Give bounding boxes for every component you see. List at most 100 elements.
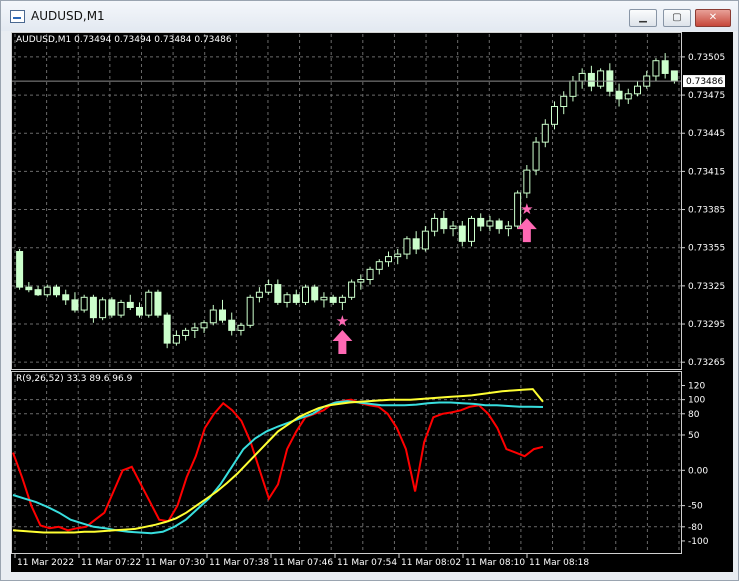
candle-body <box>569 80 577 97</box>
r-slow-line <box>12 388 544 534</box>
candle-body <box>80 296 88 311</box>
candle-body <box>338 296 346 303</box>
candle-body <box>228 319 236 331</box>
price-axis-label: 0.73295 <box>688 320 725 330</box>
indicator-info-label: R(9,26,52) 33.3 89.6 96.9 <box>16 374 133 384</box>
price-axis-label: 0.73265 <box>688 358 725 368</box>
candle-body <box>532 141 540 171</box>
candle-body <box>615 90 623 100</box>
candle-body <box>578 72 586 82</box>
indicator-panel-frame <box>11 371 682 554</box>
chart-canvas[interactable]: 0.73505 0.73475 0.73445 0.73415 0.73385 0.733… <box>11 32 733 572</box>
candle-body <box>560 95 568 108</box>
candle-body <box>440 217 448 230</box>
candle-body <box>200 322 208 329</box>
candle-body <box>320 296 328 301</box>
indicator-axis-label: 0.00 <box>688 466 708 476</box>
candle-body <box>154 291 162 316</box>
time-axis-label: 11 Mar 07:30 <box>145 558 205 568</box>
signal-star-icon: ★ <box>520 200 533 218</box>
close-button[interactable]: ✕ <box>695 9 731 27</box>
candle-body <box>357 279 365 283</box>
price-axis-label: 0.73445 <box>688 129 725 139</box>
candle-body <box>191 327 199 331</box>
current-price-label: 0.73486 <box>686 77 723 87</box>
price-axis-label: 0.73385 <box>688 206 725 216</box>
price-axis-label: 0.73505 <box>688 53 725 63</box>
title-bar[interactable]: AUDUSD,M1 ▁ ▢ ✕ <box>1 1 738 31</box>
chart-window-icon <box>10 10 25 23</box>
candle-body <box>624 93 632 100</box>
candle-body <box>449 225 457 230</box>
symbol-info-label: AUDUSD,M1 0.73494 0.73494 0.73484 0.7348… <box>16 35 232 45</box>
candle-body <box>246 296 254 326</box>
indicator-axis-label: -80 <box>688 523 703 533</box>
indicator-axis-label: 50 <box>688 431 700 441</box>
candle-body <box>329 296 337 303</box>
indicator-axis-label: -50 <box>688 502 703 512</box>
chart-area[interactable]: 0.73505 0.73475 0.73445 0.73415 0.73385 0.733… <box>11 32 733 572</box>
candle-body <box>311 286 319 301</box>
candle-body <box>634 85 641 95</box>
candle-body <box>523 169 531 194</box>
candle-body <box>237 324 245 331</box>
candle-body <box>108 299 116 316</box>
maximize-button[interactable]: ▢ <box>663 9 691 27</box>
window-title: AUDUSD,M1 <box>31 9 105 23</box>
candle-body <box>16 251 24 288</box>
chart-window: AUDUSD,M1 ▁ ▢ ✕ 0.73505 0.73475 0.73445 0.7… <box>0 0 739 581</box>
r-fast-line <box>12 398 544 532</box>
candle-body <box>431 217 439 232</box>
indicator-axis-label: 120 <box>688 382 705 392</box>
signal-star-icon: ★ <box>336 312 349 330</box>
candle-body <box>172 334 180 344</box>
time-axis-label: 11 Mar 07:22 <box>81 558 141 568</box>
time-axis-label: 11 Mar 08:10 <box>465 558 525 568</box>
candle-body <box>385 256 392 263</box>
candle-body <box>89 296 97 319</box>
candle-body <box>394 253 402 258</box>
r-mid-line <box>12 400 544 535</box>
candle-body <box>504 225 512 230</box>
candle-body <box>145 291 153 316</box>
time-axis-label: 11 Mar 07:54 <box>337 558 397 568</box>
candle-body <box>43 286 51 296</box>
candle-body <box>661 60 669 74</box>
candle-body <box>348 281 356 298</box>
time-axis-label: 11 Mar 07:38 <box>209 558 269 568</box>
candle-body <box>421 230 429 250</box>
candle-body <box>477 217 485 227</box>
candle-body <box>587 72 595 87</box>
time-axis-label: 11 Mar 2022 <box>17 558 74 568</box>
candle-body <box>412 238 420 250</box>
candle-body <box>597 70 605 87</box>
indicator-axis-label: 100 <box>688 396 705 406</box>
price-axis-label: 0.73325 <box>688 282 725 292</box>
candle-body <box>366 268 374 281</box>
candle-body <box>62 294 70 301</box>
candle-body <box>486 220 494 227</box>
candle-body <box>274 284 282 303</box>
candle-body <box>283 294 291 303</box>
time-axis-label: 11 Mar 08:02 <box>401 558 461 568</box>
candle-body <box>163 314 171 344</box>
candle-body <box>34 289 42 296</box>
candle-body <box>292 294 300 303</box>
candle-body <box>136 306 143 316</box>
candle-body <box>403 238 411 255</box>
candle-body <box>495 220 503 230</box>
candle-body <box>670 70 678 82</box>
candle-body <box>255 291 263 298</box>
candle-body <box>652 60 660 77</box>
candle-body <box>265 284 273 293</box>
candle-body <box>99 299 107 319</box>
indicator-axis-label: -100 <box>688 537 709 547</box>
candle-body <box>302 286 309 303</box>
price-axis-label: 0.73415 <box>688 167 725 177</box>
candle-body <box>182 329 190 336</box>
minimize-button[interactable]: ▁ <box>629 9 657 27</box>
price-axis-label: 0.73475 <box>688 91 725 101</box>
candle-body <box>551 106 558 125</box>
candle-body <box>53 286 60 296</box>
candle-body <box>375 261 383 270</box>
